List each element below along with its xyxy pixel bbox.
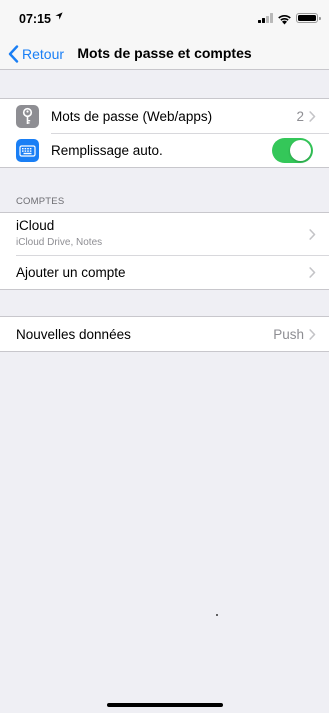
screen-artifact-dot [216, 614, 218, 616]
passwords-count: 2 [296, 108, 304, 124]
cellular-signal-icon [258, 13, 273, 23]
fetch-group: Nouvelles données Push [0, 316, 329, 352]
passwords-group: Mots de passe (Web/apps) 2 Remplissage a… [0, 98, 329, 168]
chevron-right-icon [309, 266, 316, 278]
keyboard-icon [16, 138, 39, 162]
autofill-toggle[interactable] [272, 137, 313, 163]
fetch-value: Push [273, 326, 304, 342]
accounts-group: iCloud iCloud Drive, Notes Ajouter un co… [0, 212, 329, 290]
status-bar: 07:15 [0, 0, 329, 38]
passwords-label: Mots de passe (Web/apps) [51, 108, 213, 124]
wifi-icon [277, 12, 292, 25]
navigation-bar: Retour Mots de passe et comptes [0, 38, 329, 70]
account-row-icloud[interactable]: iCloud iCloud Drive, Notes [0, 213, 329, 255]
add-account-row[interactable]: Ajouter un compte [0, 255, 329, 289]
account-label: iCloud [16, 218, 55, 233]
add-account-label: Ajouter un compte [16, 264, 126, 280]
chevron-right-icon [309, 228, 316, 240]
battery-icon [296, 13, 321, 23]
autofill-row: Remplissage auto. [0, 133, 329, 167]
fetch-label: Nouvelles données [16, 326, 131, 342]
key-icon [16, 104, 39, 128]
account-sublabel: iCloud Drive, Notes [16, 237, 103, 248]
autofill-label: Remplissage auto. [51, 142, 163, 158]
status-time: 07:15 [19, 12, 51, 26]
location-arrow-icon [55, 12, 63, 23]
passwords-row[interactable]: Mots de passe (Web/apps) 2 [0, 99, 329, 133]
accounts-section-header: COMPTES [16, 196, 65, 207]
home-indicator[interactable] [107, 703, 223, 707]
toggle-knob [290, 139, 311, 161]
screen: 07:15 Retour Mots de passe et comptes Mo… [0, 0, 329, 713]
fetch-new-data-row[interactable]: Nouvelles données Push [0, 317, 329, 351]
chevron-right-icon [309, 110, 316, 122]
page-title: Mots de passe et comptes [77, 45, 252, 61]
chevron-right-icon [309, 328, 316, 340]
